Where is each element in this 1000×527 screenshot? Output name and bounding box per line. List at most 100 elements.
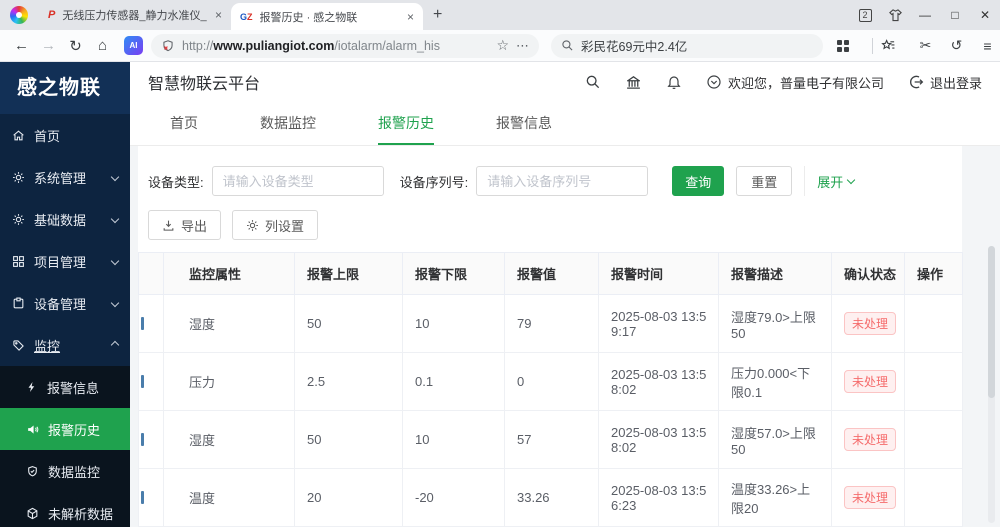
minimize-button[interactable]: — (910, 8, 940, 22)
search-icon (562, 40, 573, 51)
url-text[interactable]: http://www.puliangiot.com/iotalarm/alarm… (182, 39, 489, 53)
expand-toggle[interactable]: 展开 (804, 166, 856, 196)
export-button[interactable]: 导出 (148, 210, 222, 240)
sidebar-item-basedata[interactable]: 基础数据 (0, 198, 130, 240)
status-badge: 未处理 (844, 312, 897, 335)
col-time: 报警时间 (598, 252, 719, 295)
status-badge: 未处理 (844, 486, 897, 509)
tab-home[interactable]: 首页 (170, 102, 198, 145)
browser-home-button[interactable]: ⌂ (89, 37, 116, 54)
row-selection-mark (141, 375, 144, 388)
device-type-label: 设备类型: (148, 174, 204, 190)
tab-alarm-info[interactable]: 报警信息 (496, 102, 552, 145)
search-hotword[interactable]: 彩民花69元中2.4亿 (581, 36, 687, 55)
alarm-history-table: 监控属性 报警上限 报警下限 报警值 报警时间 报警描述 确认状态 操作 湿度 … (138, 252, 963, 527)
reload-button[interactable]: ↻ (62, 37, 89, 55)
row-select-cell[interactable] (138, 352, 164, 411)
user-welcome[interactable]: 欢迎您，普量电子有限公司 (706, 73, 884, 92)
new-tab-button[interactable]: + (433, 6, 442, 24)
column-settings-button[interactable]: 列设置 (232, 210, 319, 240)
toolbar-divider (872, 37, 873, 54)
browser-tab-strip: P 无线压力传感器_静力水准仪_ × GZ 报警历史 · 感之物联 × + 2 … (0, 0, 1000, 30)
favorites-list-icon[interactable] (881, 38, 908, 53)
back-button[interactable]: ← (8, 37, 35, 54)
row-select-cell[interactable] (138, 410, 164, 469)
page-scrollbar[interactable] (988, 246, 995, 523)
notification-bell-icon[interactable] (666, 74, 682, 90)
chevron-down-icon (110, 256, 120, 266)
download-icon (163, 220, 174, 231)
row-selection-mark (141, 317, 144, 330)
serial-input[interactable] (476, 166, 649, 196)
sidebar-item-home[interactable]: 首页 (0, 114, 130, 156)
page-title: 智慧物联云平台 (148, 76, 261, 93)
sidebar-subitem-data-monitor[interactable]: 数据监控 (0, 450, 130, 492)
screenshot-scissors-icon[interactable]: ✂ (912, 37, 939, 54)
sidebar-item-project[interactable]: 项目管理 (0, 240, 130, 282)
search-button[interactable]: 查询 (672, 166, 725, 196)
sidebar-subitem-alarm-info[interactable]: 报警信息 (0, 366, 130, 408)
home-icon (13, 129, 24, 140)
col-desc: 报警描述 (718, 252, 832, 295)
chevron-down-icon (847, 175, 856, 184)
row-select-cell[interactable] (138, 294, 164, 353)
theme-skin-icon[interactable] (880, 8, 910, 23)
table-row: 湿度 50 10 57 2025-08-03 13:58:02 湿度57.0>上… (138, 410, 963, 469)
col-attr: 监控属性 (163, 252, 295, 295)
browser-menu-icon[interactable]: ≡ (974, 38, 1000, 54)
browser-search-box[interactable]: 彩民花69元中2.4亿 (551, 33, 823, 58)
apps-grid-icon[interactable] (837, 39, 864, 52)
action-cell (904, 468, 963, 527)
grid-icon (13, 255, 24, 267)
close-window-button[interactable]: ✕ (970, 8, 1000, 22)
bookmark-star-icon[interactable]: ☆ (496, 37, 509, 54)
reset-button[interactable]: 重置 (736, 166, 793, 196)
filter-bar: 设备类型: 设备序列号: 查询 重置 展开 (148, 166, 962, 196)
tab2-close-icon[interactable]: × (407, 10, 414, 24)
ai-assistant-icon[interactable]: AI (124, 36, 143, 55)
row-select-cell[interactable] (138, 468, 164, 527)
browser-tab-2-active[interactable]: GZ 报警历史 · 感之物联 × (231, 3, 423, 30)
row-selection-mark (141, 491, 144, 504)
sidebar-subitem-unparsed-data[interactable]: 未解析数据 (0, 492, 130, 527)
insecure-shield-icon (163, 39, 173, 51)
sidebar: 感之物联 首页 系统管理 基础数据 项目管理 设备管理 监控 报警信息 报警历史… (0, 62, 130, 527)
forward-button[interactable]: → (35, 37, 62, 54)
device-type-input[interactable] (211, 166, 384, 196)
more-actions-icon[interactable]: ⋯ (516, 38, 529, 54)
browser-logo-icon[interactable] (10, 6, 28, 24)
sidebar-subitem-alarm-history[interactable]: 报警历史 (0, 408, 130, 450)
gear-icon (13, 213, 24, 225)
logout-icon (909, 75, 924, 89)
scrollbar-thumb[interactable] (988, 246, 995, 399)
status-badge: 未处理 (844, 428, 897, 451)
col-upper: 报警上限 (294, 252, 403, 295)
serial-label: 设备序列号: (399, 174, 469, 190)
col-value: 报警值 (504, 252, 599, 295)
tab2-title: 报警历史 · 感之物联 (259, 11, 358, 24)
tab-count-badge[interactable]: 2 (850, 8, 880, 22)
maximize-button[interactable]: □ (940, 8, 970, 22)
tab-data-monitor[interactable]: 数据监控 (260, 102, 316, 145)
sidebar-item-system[interactable]: 系统管理 (0, 156, 130, 198)
sidebar-item-monitor[interactable]: 监控 (0, 324, 130, 366)
header-search-icon[interactable] (585, 74, 601, 90)
address-bar[interactable]: http://www.puliangiot.com/iotalarm/alarm… (151, 33, 539, 58)
organization-bank-icon[interactable] (625, 74, 642, 91)
logout-button[interactable]: 退出登录 (908, 73, 982, 92)
chevron-down-icon (110, 214, 120, 224)
tab-alarm-history[interactable]: 报警历史 (378, 102, 434, 145)
tag-icon (13, 339, 24, 351)
row-selection-mark (141, 433, 144, 446)
sidebar-item-device[interactable]: 设备管理 (0, 282, 130, 324)
shield-check-icon (28, 465, 37, 476)
tab1-title: 无线压力传感器_静力水准仪_ (62, 10, 207, 22)
speaker-icon (28, 424, 39, 434)
alarm-history-panel: 设备类型: 设备序列号: 查询 重置 展开 导出 (138, 146, 963, 527)
browser-tab-1[interactable]: P 无线压力传感器_静力水准仪_ × (39, 0, 231, 30)
device-frame-icon (13, 297, 24, 308)
app-header: 智慧物联云平台 欢迎您，普量电子有限公司 退出登录 (130, 62, 1000, 102)
tab1-close-icon[interactable]: × (215, 8, 222, 22)
undo-history-icon[interactable]: ↺ (943, 37, 970, 54)
col-status: 确认状态 (831, 252, 905, 295)
